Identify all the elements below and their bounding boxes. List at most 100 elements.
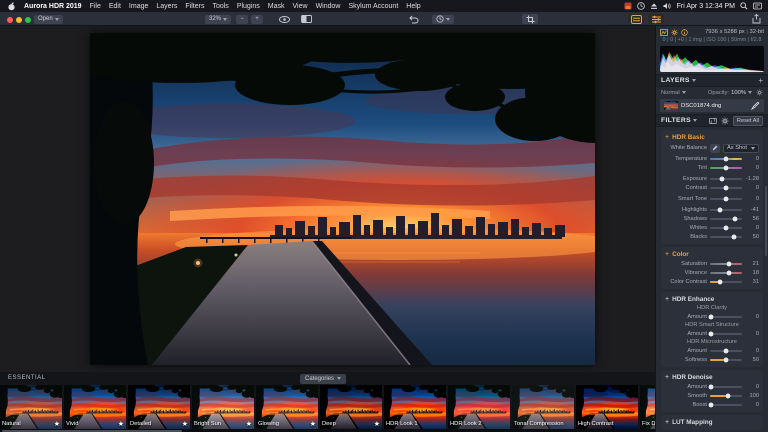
slider-handle[interactable] [723, 196, 729, 201]
preset-deep[interactable]: Deep ★ [320, 385, 382, 429]
favorite-star-icon[interactable]: ★ [54, 421, 60, 428]
slider-handle[interactable] [723, 156, 729, 161]
menu-bar-clock[interactable]: Fri Apr 3 12:34 PM [677, 3, 735, 10]
tint-slider[interactable] [710, 165, 742, 170]
section-header-hdr-enhance[interactable]: + HDR Enhance [665, 294, 759, 304]
preset-hdr-look-1[interactable]: HDR Look 1 [384, 385, 446, 429]
reset-all-button[interactable]: Reset All [732, 115, 763, 126]
highlights-slider[interactable] [710, 207, 742, 212]
eyedropper-button[interactable] [710, 143, 720, 153]
filters-title[interactable]: FILTERS [661, 117, 697, 124]
eject-icon[interactable] [650, 2, 658, 10]
menu-item-help[interactable]: Help [402, 3, 424, 10]
temperature-slider[interactable] [710, 156, 742, 161]
open-button[interactable]: Open [34, 14, 63, 24]
histogram-toggle-icon[interactable] [660, 28, 668, 36]
amount-slider[interactable] [708, 331, 742, 336]
menu-item-plugins[interactable]: Plugins [233, 3, 264, 10]
favorite-star-icon[interactable]: ★ [118, 421, 124, 428]
categories-button[interactable]: Categories [300, 373, 347, 384]
layer-settings-gear-icon[interactable] [756, 89, 763, 96]
filters-scrollbar[interactable] [765, 186, 767, 256]
menu-item-edit[interactable]: Edit [105, 3, 125, 10]
exposure-slider[interactable] [710, 176, 742, 181]
favorite-star-icon[interactable]: ★ [246, 421, 252, 428]
undo-button[interactable] [406, 14, 422, 24]
amount-slider[interactable] [710, 348, 742, 353]
photo-canvas[interactable] [90, 33, 595, 365]
window-minimize-button[interactable] [16, 16, 22, 23]
section-header-hdr-basic[interactable]: + HDR Basic [665, 132, 759, 142]
slider-handle[interactable] [717, 279, 723, 284]
slider-handle[interactable] [719, 176, 725, 181]
favorite-star-icon[interactable]: ★ [374, 421, 380, 428]
section-header-hdr-denoise[interactable]: + HDR Denoise [665, 372, 759, 382]
menu-item-window[interactable]: Window [312, 3, 345, 10]
app-status-icon[interactable] [624, 2, 632, 10]
layers-title[interactable]: LAYERS [661, 77, 696, 84]
menu-item-tools[interactable]: Tools [208, 3, 232, 10]
zoom-out-button[interactable]: − [236, 14, 248, 24]
menu-item-layers[interactable]: Layers [152, 3, 181, 10]
apple-menu[interactable] [0, 1, 20, 11]
slider-handle[interactable] [723, 348, 729, 353]
slider-handle[interactable] [726, 270, 732, 275]
slider-handle[interactable] [731, 234, 737, 239]
preset-detailed[interactable]: Detailed ★ [128, 385, 190, 429]
favorite-star-icon[interactable]: ★ [310, 421, 316, 428]
toggle-filters-panel-button[interactable] [648, 14, 664, 24]
slider-handle[interactable] [708, 384, 714, 389]
clock-icon[interactable] [636, 2, 645, 10]
preset-fix-dark[interactable]: Fix Dark [640, 385, 655, 429]
layer-item-selected[interactable]: DSC01874.dng [660, 99, 764, 112]
gear-icon[interactable] [671, 28, 678, 36]
preset-hdr-look-2[interactable]: HDR Look 2 [448, 385, 510, 429]
slider-handle[interactable] [726, 261, 732, 266]
blacks-slider[interactable] [710, 234, 742, 239]
menu-item-aurora-hdr-2019[interactable]: Aurora HDR 2019 [20, 3, 86, 10]
preset-natural[interactable]: Natural ★ [0, 385, 62, 429]
menu-item-file[interactable]: File [86, 3, 105, 10]
presets-scrollbar-thumb[interactable] [2, 430, 182, 432]
toggle-layers-panel-button[interactable] [628, 14, 644, 24]
slider-handle[interactable] [723, 165, 729, 170]
window-zoom-button[interactable] [25, 16, 31, 23]
compare-before-after-button[interactable] [298, 14, 314, 24]
zoom-in-button[interactable]: + [251, 14, 263, 24]
control-center-icon[interactable] [753, 2, 762, 10]
section-header-color[interactable]: + Color [665, 249, 759, 259]
smart-tone-slider[interactable] [710, 196, 742, 201]
crop-tool-button[interactable] [522, 14, 538, 24]
slider-handle[interactable] [717, 207, 723, 212]
boost-slider[interactable] [708, 402, 742, 407]
amount-slider[interactable] [708, 314, 742, 319]
add-layer-button[interactable]: + [758, 76, 763, 84]
menu-item-view[interactable]: View [289, 3, 312, 10]
softness-slider[interactable] [710, 357, 742, 362]
histogram[interactable] [660, 46, 764, 72]
slider-handle[interactable] [723, 185, 729, 190]
favorite-star-icon[interactable]: ★ [182, 421, 188, 428]
menu-item-skylum-account[interactable]: Skylum Account [344, 3, 402, 10]
edit-brush-icon[interactable] [751, 101, 760, 110]
opacity-dropdown[interactable]: 100% [731, 90, 746, 96]
color-contrast-slider[interactable] [710, 279, 742, 284]
export-button[interactable] [748, 14, 764, 24]
blend-mode-dropdown[interactable]: Normal [661, 90, 680, 96]
saturation-slider[interactable] [710, 261, 742, 266]
volume-icon[interactable] [663, 2, 672, 10]
white-balance-select[interactable]: As Shot [723, 143, 759, 153]
slider-handle[interactable] [732, 216, 738, 221]
preset-vivid[interactable]: Vivid ★ [64, 385, 126, 429]
whites-slider[interactable] [710, 225, 742, 230]
contrast-slider[interactable] [710, 185, 742, 190]
slider-handle[interactable] [708, 402, 714, 407]
slider-handle[interactable] [708, 314, 714, 319]
shadows-slider[interactable] [710, 216, 742, 221]
preset-high-contrast[interactable]: High Contrast [576, 385, 638, 429]
custom-looks-icon[interactable] [709, 117, 717, 125]
preset-glowing[interactable]: Glowing ★ [256, 385, 318, 429]
window-close-button[interactable] [7, 16, 13, 23]
menu-item-image[interactable]: Image [125, 3, 152, 10]
slider-handle[interactable] [725, 393, 731, 398]
